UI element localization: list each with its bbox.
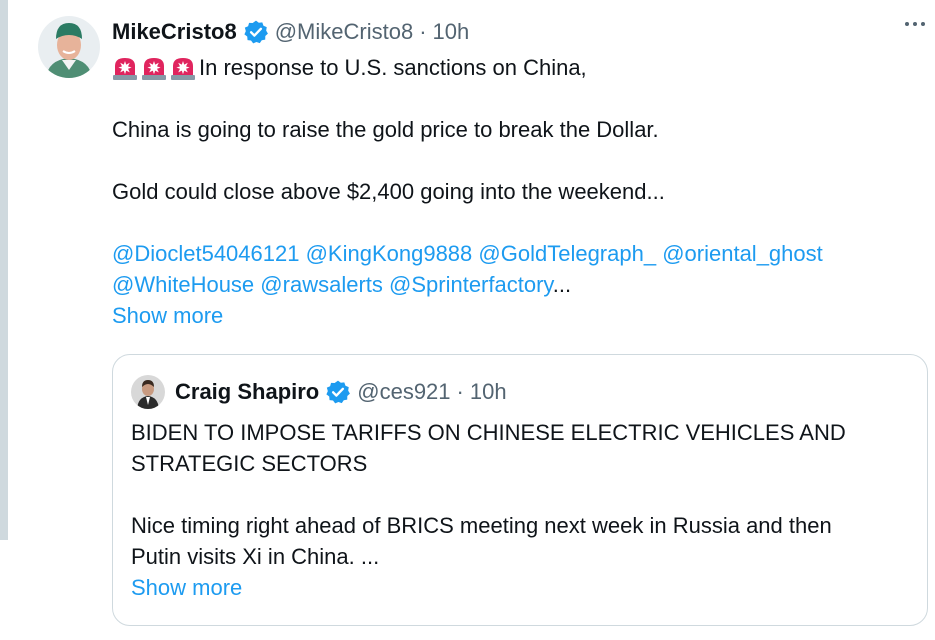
author-avatar[interactable] (38, 16, 100, 78)
quoted-author-name[interactable]: Craig Shapiro (175, 379, 319, 405)
truncation-ellipsis: ... (552, 272, 572, 297)
more-options-icon[interactable] (905, 22, 925, 26)
quoted-tweet-timestamp[interactable]: 10h (470, 379, 507, 405)
mention-link[interactable]: @oriental_ghost (662, 241, 823, 266)
mention-link[interactable]: @rawsalerts (260, 272, 383, 297)
tweet-text: In response to U.S. sanctions on China, … (112, 52, 922, 331)
rotating-light-emoji-icon (141, 55, 167, 81)
quoted-line-3: Nice timing right ahead of BRICS meeting… (131, 513, 832, 538)
tweet-line-3: Gold could close above $2,400 going into… (112, 179, 665, 204)
quoted-tweet-header: Craig Shapiro @ces921 · 10h (131, 375, 507, 409)
mentions-line-2: @WhiteHouse @rawsalerts @Sprinterfactory… (112, 269, 922, 300)
quoted-author-handle[interactable]: @ces921 (357, 379, 450, 405)
rotating-light-emoji-icon (170, 55, 196, 81)
tweet-header: MikeCristo8 @MikeCristo8 · 10h (112, 16, 469, 48)
verified-badge-icon (325, 379, 351, 405)
tweet-timestamp[interactable]: 10h (433, 19, 470, 45)
quoted-tweet-text: BIDEN TO IMPOSE TARIFFS ON CHINESE ELECT… (131, 417, 921, 603)
mention-link[interactable]: @Sprinterfactory (389, 272, 553, 297)
quoted-tweet-card[interactable]: Craig Shapiro @ces921 · 10h BIDEN TO IMP… (112, 354, 928, 626)
left-rail (0, 0, 8, 540)
separator-dot: · (456, 379, 464, 404)
tweet-page: MikeCristo8 @MikeCristo8 · 10h In respon… (0, 0, 935, 640)
show-more-link[interactable]: Show more (112, 300, 223, 331)
mention-link[interactable]: @GoldTelegraph_ (478, 241, 656, 266)
separator-dot: · (419, 19, 427, 44)
author-handle[interactable]: @MikeCristo8 (275, 19, 413, 45)
rotating-light-emoji-icon (112, 55, 138, 81)
quoted-line-2: STRATEGIC SECTORS (131, 451, 368, 476)
author-display-name[interactable]: MikeCristo8 (112, 19, 237, 45)
quoted-line-4: Putin visits Xi in China. ... (131, 544, 380, 569)
quoted-author-avatar[interactable] (131, 375, 165, 409)
mention-link[interactable]: @KingKong9888 (306, 241, 473, 266)
quoted-show-more-link[interactable]: Show more (131, 572, 242, 603)
quoted-line-1: BIDEN TO IMPOSE TARIFFS ON CHINESE ELECT… (131, 420, 846, 445)
tweet-line-2: China is going to raise the gold price t… (112, 117, 659, 142)
verified-badge-icon (243, 19, 269, 45)
mentions-line-1: @Dioclet54046121 @KingKong9888 @GoldTele… (112, 238, 922, 269)
tweet-line-1: In response to U.S. sanctions on China, (199, 55, 587, 80)
mention-link[interactable]: @WhiteHouse (112, 272, 254, 297)
mention-link[interactable]: @Dioclet54046121 (112, 241, 299, 266)
